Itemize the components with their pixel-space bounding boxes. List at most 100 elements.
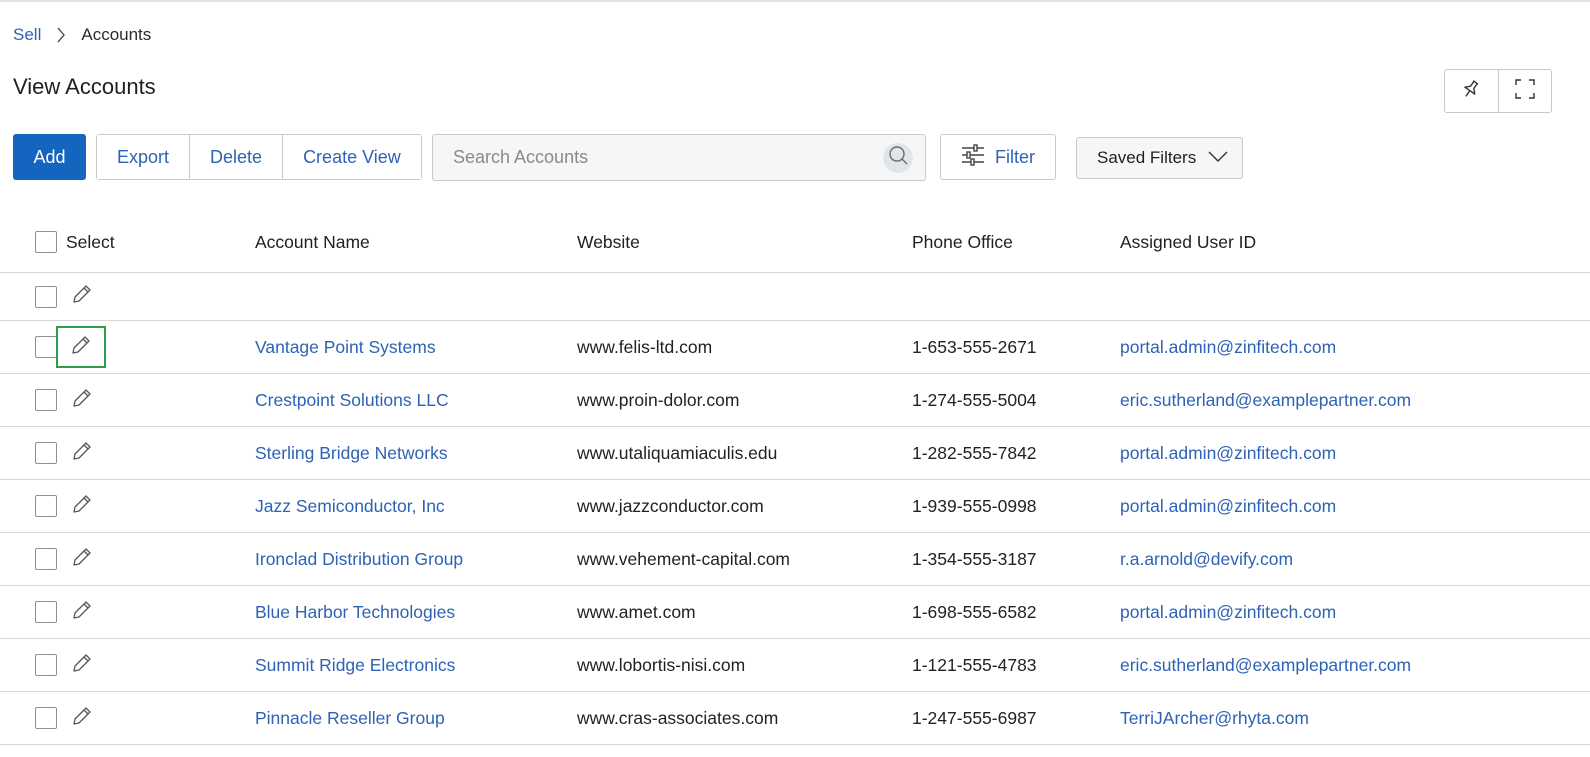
- edit-button[interactable]: [66, 543, 98, 575]
- table-row: Jazz Semiconductor, Inc www.jazzconducto…: [0, 480, 1590, 533]
- edit-button[interactable]: [66, 596, 98, 628]
- edit-button[interactable]: [56, 326, 106, 368]
- assigned-user-link[interactable]: eric.sutherland@examplepartner.com: [1120, 655, 1411, 676]
- row-checkbox[interactable]: [35, 548, 57, 570]
- phone-office-value: 1-939-555-0998: [912, 495, 1037, 516]
- phone-office-value: 1-698-555-6582: [912, 601, 1037, 622]
- select-all-checkbox[interactable]: [35, 231, 57, 253]
- search-icon: [887, 144, 909, 171]
- new-record-row: [0, 273, 1590, 321]
- view-tools: [1444, 69, 1552, 113]
- phone-office-value: 1-247-555-6987: [912, 707, 1037, 728]
- add-button[interactable]: Add: [13, 134, 86, 180]
- breadcrumb-sell-link[interactable]: Sell: [13, 25, 41, 45]
- account-name-link[interactable]: Vantage Point Systems: [255, 337, 436, 358]
- pin-button[interactable]: [1445, 70, 1498, 112]
- website-header[interactable]: Website: [577, 212, 640, 272]
- account-name-link[interactable]: Jazz Semiconductor, Inc: [255, 496, 445, 517]
- search-input[interactable]: [433, 135, 883, 180]
- search-button[interactable]: [883, 142, 913, 173]
- website-value: www.amet.com: [577, 601, 696, 622]
- phone-office-value: 1-354-555-3187: [912, 548, 1037, 569]
- edit-button[interactable]: [66, 437, 98, 469]
- select-header: Select: [66, 231, 115, 252]
- account-name-link[interactable]: Sterling Bridge Networks: [255, 443, 448, 464]
- pencil-icon: [71, 440, 93, 467]
- table-row: Sterling Bridge Networks www.utaliquamia…: [0, 427, 1590, 480]
- fullscreen-button[interactable]: [1497, 70, 1552, 112]
- account-name-link[interactable]: Crestpoint Solutions LLC: [255, 390, 449, 411]
- table-row: Crestpoint Solutions LLC www.proin-dolor…: [0, 374, 1590, 427]
- pencil-icon: [71, 546, 93, 573]
- pin-icon: [1460, 78, 1482, 105]
- phone-office-value: 1-653-555-2671: [912, 336, 1037, 357]
- pencil-icon: [70, 334, 92, 361]
- website-value: www.utaliquamiaculis.edu: [577, 442, 778, 463]
- action-button-group: Export Delete Create View: [96, 134, 422, 180]
- website-value: www.jazzconductor.com: [577, 495, 764, 516]
- page-title: View Accounts: [13, 74, 156, 99]
- search-box: [432, 134, 926, 181]
- chevron-down-icon: [1208, 148, 1228, 168]
- row-checkbox[interactable]: [35, 442, 57, 464]
- pencil-icon: [71, 283, 93, 310]
- saved-filters-label: Saved Filters: [1097, 148, 1197, 167]
- row-checkbox[interactable]: [35, 495, 57, 517]
- row-checkbox[interactable]: [35, 601, 57, 623]
- account-name-link[interactable]: Blue Harbor Technologies: [255, 602, 455, 623]
- assigned-user-link[interactable]: portal.admin@zinfitech.com: [1120, 602, 1336, 623]
- table-row: Vantage Point Systems www.felis-ltd.com …: [0, 321, 1590, 374]
- account-name-link[interactable]: Ironclad Distribution Group: [255, 549, 463, 570]
- pencil-icon: [71, 493, 93, 520]
- phone-office-header[interactable]: Phone Office: [912, 212, 1013, 272]
- website-value: www.lobortis-nisi.com: [577, 654, 746, 675]
- edit-button[interactable]: [66, 281, 98, 313]
- assigned-user-link[interactable]: TerriJArcher@rhyta.com: [1120, 708, 1309, 729]
- assigned-user-header[interactable]: Assigned User ID: [1120, 212, 1256, 272]
- sliders-icon: [961, 143, 985, 171]
- website-value: www.cras-associates.com: [577, 707, 779, 728]
- phone-office-value: 1-121-555-4783: [912, 654, 1037, 675]
- website-value: www.vehement-capital.com: [577, 548, 790, 569]
- filter-button[interactable]: Filter: [940, 134, 1056, 180]
- phone-office-value: 1-282-555-7842: [912, 442, 1037, 463]
- table-header-row: Select Account Name Website Phone Office…: [0, 212, 1590, 273]
- assigned-user-link[interactable]: eric.sutherland@examplepartner.com: [1120, 390, 1411, 411]
- export-button[interactable]: Export: [97, 135, 190, 179]
- row-checkbox[interactable]: [35, 707, 57, 729]
- pencil-icon: [71, 705, 93, 732]
- table-row: Ironclad Distribution Group www.vehement…: [0, 533, 1590, 586]
- breadcrumb: Sell Accounts: [13, 24, 151, 46]
- assigned-user-link[interactable]: portal.admin@zinfitech.com: [1120, 337, 1336, 358]
- phone-office-value: 1-274-555-5004: [912, 389, 1037, 410]
- pencil-icon: [71, 599, 93, 626]
- pencil-icon: [71, 387, 93, 414]
- account-name-header[interactable]: Account Name: [255, 212, 370, 272]
- table-row: Blue Harbor Technologies www.amet.com 1-…: [0, 586, 1590, 639]
- row-checkbox[interactable]: [35, 654, 57, 676]
- website-value: www.proin-dolor.com: [577, 389, 740, 410]
- assigned-user-link[interactable]: portal.admin@zinfitech.com: [1120, 496, 1336, 517]
- row-checkbox[interactable]: [35, 285, 57, 308]
- create-view-button[interactable]: Create View: [282, 135, 421, 179]
- saved-filters-dropdown[interactable]: Saved Filters: [1076, 137, 1243, 179]
- assigned-user-link[interactable]: portal.admin@zinfitech.com: [1120, 443, 1336, 464]
- delete-button[interactable]: Delete: [189, 135, 283, 179]
- assigned-user-link[interactable]: r.a.arnold@devify.com: [1120, 549, 1293, 570]
- pencil-icon: [71, 652, 93, 679]
- edit-button[interactable]: [66, 490, 98, 522]
- account-name-link[interactable]: Pinnacle Reseller Group: [255, 708, 445, 729]
- expand-icon: [1514, 78, 1536, 105]
- table-row: Pinnacle Reseller Group www.cras-associa…: [0, 692, 1590, 745]
- top-divider: [0, 0, 1590, 2]
- website-value: www.felis-ltd.com: [577, 336, 713, 357]
- edit-button[interactable]: [66, 649, 98, 681]
- breadcrumb-current: Accounts: [81, 25, 152, 44]
- row-checkbox[interactable]: [35, 336, 57, 358]
- edit-button[interactable]: [66, 384, 98, 416]
- edit-button[interactable]: [66, 702, 98, 734]
- row-checkbox[interactable]: [35, 389, 57, 411]
- chevron-right-icon: [41, 26, 81, 44]
- account-name-link[interactable]: Summit Ridge Electronics: [255, 655, 455, 676]
- filter-label: Filter: [995, 146, 1035, 167]
